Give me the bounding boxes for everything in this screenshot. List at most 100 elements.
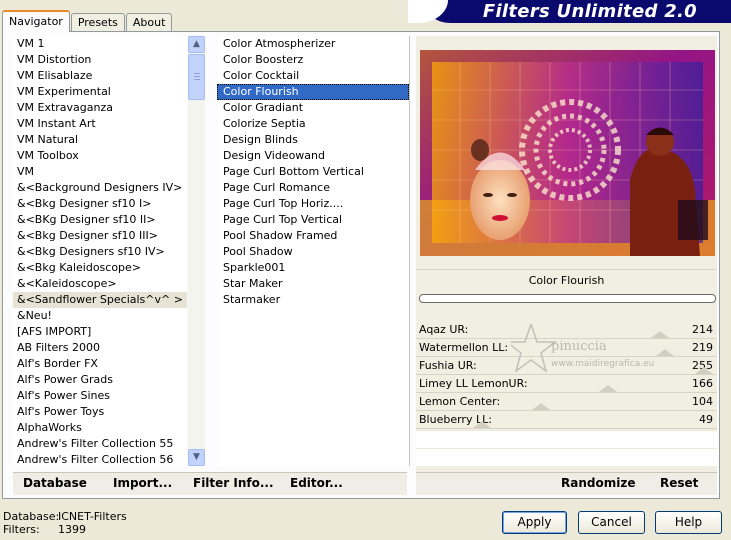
filter-info-button[interactable]: Filter Info... [193,476,274,490]
reset-button[interactable]: Reset [660,476,698,490]
chevron-down-icon: ▼ [193,452,200,462]
category-item[interactable]: &Neu! [13,308,187,324]
slider-value: 166 [692,377,713,390]
category-item[interactable]: &<BKg Designer sf10 II> [13,212,187,228]
tab-presets[interactable]: Presets [70,13,125,31]
filters-count: 1399 [58,523,86,536]
category-item[interactable]: VM Natural [13,132,187,148]
category-item[interactable]: VM Experimental [13,84,187,100]
tab-navigator[interactable]: Navigator [2,10,70,32]
category-item[interactable]: Alf's Power Sines [13,388,187,404]
slider-thumb[interactable] [651,331,669,338]
category-item[interactable]: &<Bkg Designer sf10 III> [13,228,187,244]
database-button[interactable]: Database [23,476,87,490]
category-item[interactable]: VM [13,164,187,180]
slider-thumb[interactable] [695,367,713,374]
category-item[interactable]: &<Bkg Designer sf10 I> [13,196,187,212]
category-item[interactable]: Alf's Border FX [13,356,187,372]
parameter-slider[interactable]: Fushia UR: 255 [416,358,717,375]
filter-item[interactable]: Pool Shadow Framed [217,228,409,244]
category-item[interactable]: VM Elisablaze [13,68,187,84]
progress-bar [419,294,716,303]
category-item[interactable]: Alf's Power Grads [13,372,187,388]
cancel-button[interactable]: Cancel [578,511,645,534]
slider-value: 104 [692,395,713,408]
parameter-slider[interactable]: Lemon Center: 104 [416,394,717,411]
chevron-up-icon: ▲ [193,39,200,49]
category-item[interactable]: &<Bkg Designers sf10 IV> [13,244,187,260]
title-banner: Filters Unlimited 2.0 [408,0,731,23]
parameter-slider[interactable]: Blueberry LL: 49 [416,412,717,429]
filter-item[interactable]: Starmaker [217,292,409,308]
parameter-slider[interactable]: Aqaz UR: 214 [416,322,717,339]
filter-item[interactable]: Colorize Septia [217,116,409,132]
scroll-thumb[interactable] [188,54,205,100]
category-item[interactable]: VM Distortion [13,52,187,68]
slider-thumb[interactable] [532,403,550,410]
filter-item[interactable]: Page Curl Top Vertical [217,212,409,228]
randomize-button[interactable]: Randomize [561,476,635,490]
category-item[interactable]: AlphaWorks [13,420,187,436]
category-item[interactable]: &<Bkg Kaleidoscope> [13,260,187,276]
slider-track[interactable] [416,392,717,393]
slider-label: Fushia UR: [419,359,477,372]
filter-item[interactable]: Color Boosterz [217,52,409,68]
category-item[interactable]: Andrew's Filter Collection 56 [13,452,187,466]
category-item[interactable]: &<Kaleidoscope> [13,276,187,292]
slider-track[interactable] [416,356,717,357]
editor-button[interactable]: Editor... [290,476,343,490]
filter-item[interactable]: Color Gradiant [217,100,409,116]
slider-value: 214 [692,323,713,336]
category-item[interactable]: [AFS IMPORT] [13,324,187,340]
scroll-up-button[interactable]: ▲ [188,36,205,53]
slider-thumb[interactable] [656,349,674,356]
filter-list[interactable]: Color Atmospherizer Color Boosterz Color C… [217,36,410,466]
settings-toolbar: Randomize Reset [416,472,717,495]
slider-track[interactable] [416,374,717,375]
scroll-down-button[interactable]: ▼ [188,449,205,466]
filter-settings-panel: Color Flourish Aqaz UR: 214 Watermellon LL… [416,36,717,495]
app-title: Filters Unlimited 2.0 [482,1,697,22]
category-item[interactable]: VM Toolbox [13,148,187,164]
category-item[interactable]: VM Instant Art [13,116,187,132]
slider-value: 49 [699,413,713,426]
category-list[interactable]: VM 1 VM Distortion VM Elisablaze VM Experim… [13,36,187,466]
category-item[interactable]: Alf's Power Toys [13,404,187,420]
filter-item[interactable]: Pool Shadow [217,244,409,260]
category-item[interactable]: &<Sandflower Specials^v^ > [13,292,187,308]
filter-item[interactable]: Sparkle001 [217,260,409,276]
parameter-slider[interactable]: Limey LL LemonUR: 166 [416,376,717,393]
slider-thumb[interactable] [599,385,617,392]
filter-item[interactable]: Color Atmospherizer [217,36,409,52]
category-item[interactable]: VM Extravaganza [13,100,187,116]
apply-button[interactable]: Apply [502,511,567,534]
help-button[interactable]: Help [655,511,722,534]
tab-strip: Navigator Presets About [2,9,173,32]
tab-about[interactable]: About [125,13,173,31]
filter-name-label: Color Flourish [416,269,717,292]
filter-item[interactable]: Page Curl Romance [217,180,409,196]
category-item[interactable]: AB Filters 2000 [13,340,187,356]
filters-label: Filters: [3,523,40,536]
database-value: ICNET-Filters [58,510,127,523]
filter-item[interactable]: Page Curl Bottom Vertical [217,164,409,180]
import-button[interactable]: Import... [113,476,172,490]
filter-item[interactable]: Color Flourish [217,84,409,100]
category-item[interactable]: VM 1 [13,36,187,52]
filter-item[interactable]: Page Curl Top Horiz.... [217,196,409,212]
slider-track[interactable] [416,410,717,411]
category-item[interactable]: Andrew's Filter Collection 55 [13,436,187,452]
slider-track[interactable] [416,338,717,339]
slider-label: Lemon Center: [419,395,501,408]
parameter-slider[interactable]: Watermellon LL: 219 [416,340,717,357]
filter-item[interactable]: Color Cocktail [217,68,409,84]
category-item[interactable]: &<Background Designers IV> [13,180,187,196]
slider-track[interactable] [416,428,717,429]
category-scrollbar[interactable]: ▲ ▼ [188,36,205,466]
filter-item[interactable]: Design Blinds [217,132,409,148]
database-label: Database: [3,510,60,523]
filter-item[interactable]: Design Videowand [217,148,409,164]
preview-image [420,50,715,256]
slider-thumb[interactable] [473,421,491,428]
filter-item[interactable]: Star Maker [217,276,409,292]
